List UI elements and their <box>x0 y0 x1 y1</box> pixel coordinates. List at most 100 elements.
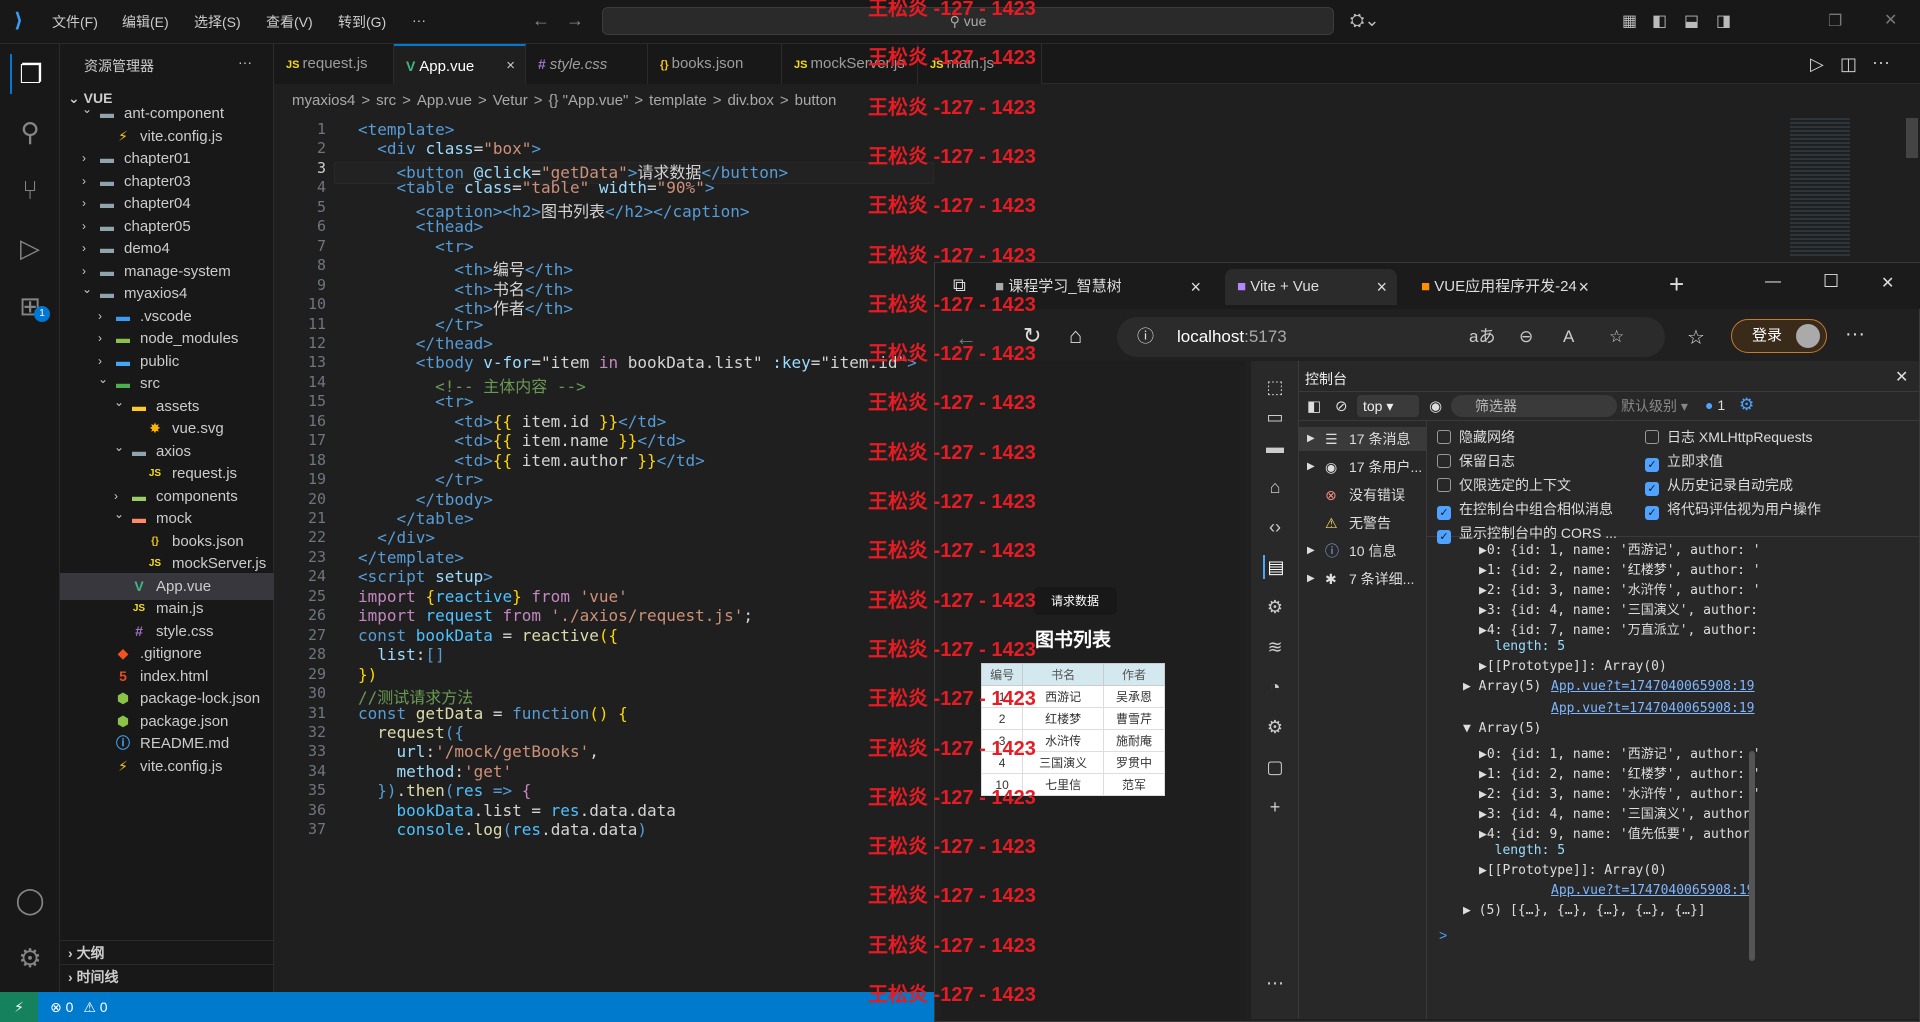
console-settings-icon[interactable]: ⚙ <box>1739 395 1754 415</box>
problems-indicator[interactable]: ⊗ 0 ⚠ 0 <box>50 992 108 1022</box>
minimize-button[interactable]: — <box>1765 273 1781 291</box>
console-object-property[interactable]: ▶[[Prototype]]: Array(0) <box>1479 659 1667 674</box>
console-prompt[interactable]: > <box>1439 927 1447 943</box>
timeline-section[interactable]: › 时间线 <box>60 964 274 988</box>
account-icon[interactable]: ◯ <box>10 880 50 920</box>
sidebar-toggle-icon[interactable]: ◧ <box>1307 397 1321 415</box>
editor-tab[interactable]: {} books.json <box>648 44 782 84</box>
window-restore-icon[interactable]: ❐ <box>1828 11 1842 31</box>
issues-counter[interactable]: ● 1 <box>1705 397 1725 413</box>
login-button[interactable]: 登录 <box>1731 319 1827 353</box>
tree-file[interactable]: ⚡ vite.config.js <box>60 753 274 780</box>
request-data-button[interactable]: 请求数据 <box>1033 587 1117 615</box>
remote-indicator[interactable]: ⚡ <box>0 992 38 1022</box>
outline-section[interactable]: › 大纲 <box>60 940 274 964</box>
console-object-property[interactable]: ▶1: {id: 2, name: '红楼梦', author: ' <box>1479 559 1761 578</box>
console-setting-checkbox[interactable]: 隐藏网络 <box>1437 427 1515 447</box>
favorite-star-icon[interactable]: ☆ <box>1609 317 1624 357</box>
close-icon[interactable]: × <box>506 46 515 86</box>
menu-item[interactable]: ··· <box>412 12 426 28</box>
breadcrumb-item[interactable]: div.box <box>727 92 773 109</box>
minimap[interactable] <box>1790 118 1850 258</box>
performance-icon[interactable]: ◔ <box>1263 675 1287 699</box>
console-object-property[interactable]: ▶0: {id: 1, name: '西游记', author: ' <box>1479 539 1761 558</box>
editor-tab[interactable]: JS request.js <box>274 44 394 84</box>
settings-gear-icon[interactable]: ⚙ <box>1263 715 1287 739</box>
live-expression-icon[interactable]: ◉ <box>1429 397 1442 415</box>
menu-item[interactable]: 查看(V) <box>266 12 313 32</box>
address-bar[interactable]: ⓘ localhost:5173 aあ ⊖ A ☆ <box>1117 317 1665 357</box>
favorites-icon[interactable]: ☆ <box>1687 325 1705 350</box>
welcome-icon[interactable]: ⌂ <box>1263 475 1287 499</box>
close-icon[interactable]: × <box>1190 269 1201 305</box>
run-debug-icon[interactable]: ▷ <box>10 228 50 268</box>
device-emulation-icon[interactable]: ▭ <box>1263 405 1287 429</box>
back-arrow-icon[interactable]: ← <box>532 10 550 31</box>
inspect-icon[interactable]: ⬚ <box>1263 375 1287 399</box>
explorer-icon[interactable]: ❐ <box>10 54 50 94</box>
code-editor[interactable]: 1 <template> 2 <div class="box"> 3 <button … <box>274 118 934 992</box>
breadcrumb-item[interactable]: src <box>376 92 396 109</box>
console-object-property[interactable]: ▶4: {id: 9, name: '值先低要', author: <box>1479 823 1758 842</box>
extensions-icon[interactable]: ⊞ 1 <box>10 286 50 326</box>
filter-input[interactable]: 筛选器 <box>1451 395 1617 417</box>
log-level-select[interactable]: 默认级别 ▾ <box>1621 395 1699 417</box>
source-control-icon[interactable]: ⑂ <box>10 170 50 210</box>
copilot-icon[interactable]: ⛭⌄ <box>1350 10 1379 31</box>
console-setting-checkbox[interactable]: ✓ 在控制台中组合相似消息 <box>1437 499 1613 520</box>
menu-item[interactable]: 文件(F) <box>52 12 98 32</box>
console-object-property[interactable]: ▶1: {id: 2, name: '红楼梦', author: ' <box>1479 763 1761 782</box>
search-icon[interactable]: ⚲ <box>10 112 50 152</box>
menu-item[interactable]: 选择(S) <box>194 12 241 32</box>
zoom-icon[interactable]: ⊖ <box>1519 317 1533 357</box>
console-sidebar-item[interactable]: ⚠ 无警告 <box>1299 511 1427 535</box>
console-object-property[interactable]: ▶3: {id: 4, name: '三国演义', author: <box>1479 599 1758 618</box>
manage-gear-icon[interactable]: ⚙ <box>10 938 50 978</box>
console-sidebar-item[interactable]: ▶ ⓘ 10 信息 <box>1299 539 1427 563</box>
window-close-icon[interactable]: ✕ <box>1884 10 1897 30</box>
run-icon[interactable]: ▷ <box>1810 54 1824 75</box>
more-tools-icon[interactable]: ⋯ <box>1263 971 1287 995</box>
console-object-property[interactable]: ▶[[Prototype]]: Array(0) <box>1479 863 1667 878</box>
console-sidebar-item[interactable]: ▶ ☰ 17 条消息 <box>1299 427 1427 451</box>
source-link[interactable]: App.vue?t=1747040065908:19 <box>1551 883 1755 898</box>
sources-icon[interactable]: ⚙ <box>1263 595 1287 619</box>
breadcrumb-item[interactable]: myaxios4 <box>292 92 355 109</box>
console-log-entry[interactable]: ▶ (5) [{…}, {…}, {…}, {…}, {…}] <box>1463 903 1706 918</box>
add-tool-icon[interactable]: + <box>1263 795 1287 819</box>
source-link[interactable]: App.vue?t=1747040065908:19 <box>1551 679 1755 694</box>
console-log-entry[interactable]: ▶ Array(5) App.vue?t=1747040065908:19 <box>1463 679 1755 694</box>
editor-scrollbar[interactable] <box>1906 118 1918 158</box>
close-devtools-icon[interactable]: ✕ <box>1895 367 1908 387</box>
console-object-property[interactable]: ▶2: {id: 3, name: '水浒传', author: ' <box>1479 579 1761 598</box>
console-scrollbar[interactable] <box>1749 751 1755 961</box>
split-editor-icon[interactable]: ◫ <box>1840 54 1857 75</box>
read-aloud-icon[interactable]: aあ <box>1469 317 1495 357</box>
console-log-entry[interactable]: ▼ Array(5) <box>1463 721 1541 736</box>
breadcrumb-item[interactable]: template <box>649 92 707 109</box>
toggle-secondary-sidebar-icon[interactable]: ◨ <box>1716 11 1731 31</box>
source-link[interactable]: App.vue?t=1747040065908:19 <box>1551 701 1755 716</box>
breadcrumb-item[interactable]: Vetur <box>493 92 528 109</box>
application-icon[interactable]: ▢ <box>1263 755 1287 779</box>
elements-icon[interactable]: ‹› <box>1263 515 1287 539</box>
console-object-property[interactable]: ▶4: {id: 7, name: '万直派立', author: <box>1479 619 1758 638</box>
console-setting-checkbox[interactable]: ✓ 立即求值 <box>1645 451 1723 472</box>
console-object-property[interactable]: length: 5 <box>1479 843 1565 858</box>
maximize-button[interactable]: ☐ <box>1823 271 1839 292</box>
breadcrumb-item[interactable]: App.vue <box>417 92 472 109</box>
explorer-more-button[interactable]: ··· <box>238 54 252 70</box>
immersive-reader-icon[interactable]: A <box>1563 317 1574 357</box>
editor-tab[interactable]: # style.css <box>526 44 648 84</box>
close-icon[interactable]: × <box>1376 269 1387 305</box>
console-setting-checkbox[interactable]: 保留日志 <box>1437 451 1515 471</box>
breadcrumb-item[interactable]: button <box>795 92 837 109</box>
console-setting-checkbox[interactable]: ✓ 从历史记录自动完成 <box>1645 475 1793 496</box>
dock-icon[interactable]: ▬ <box>1263 435 1287 459</box>
console-setting-checkbox[interactable]: 日志 XMLHttpRequests <box>1645 427 1813 447</box>
network-icon[interactable]: ≋ <box>1263 635 1287 659</box>
context-select[interactable]: top ▾ <box>1357 395 1419 417</box>
console-sidebar-item[interactable]: ▶ ◉ 17 条用户... <box>1299 455 1427 479</box>
new-tab-button[interactable]: + <box>1669 269 1684 300</box>
menu-item[interactable]: 编辑(E) <box>122 12 169 32</box>
